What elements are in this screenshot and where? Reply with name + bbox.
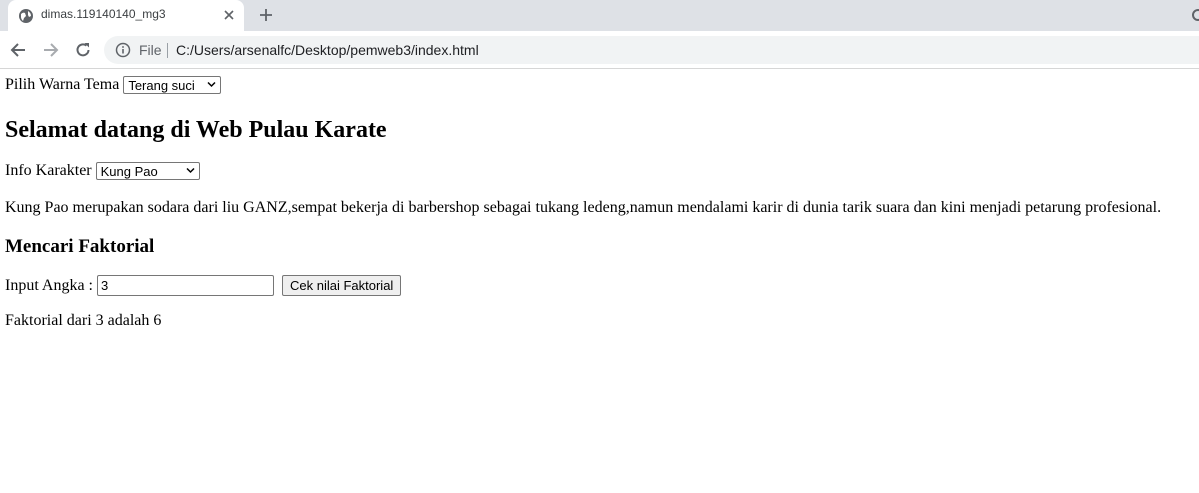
input-label: Input Angka :	[5, 276, 93, 294]
character-row: Info Karakter Kung Pao	[5, 162, 200, 181]
theme-label: Pilih Warna Tema	[5, 76, 120, 94]
page-title: Selamat datang di Web Pulau Karate	[5, 117, 387, 143]
theme-row: Pilih Warna Tema Terang suci	[5, 76, 222, 96]
check-factorial-button[interactable]: Cek nilai Faktorial	[282, 275, 402, 296]
tab-strip: dimas.119140140_mg3	[0, 0, 1199, 31]
factorial-row: Input Angka : 3 Cek nilai Faktorial	[5, 275, 402, 296]
browser-toolbar: File C:/Users/arsenalfc/Desktop/pemweb3/…	[0, 31, 1199, 69]
new-tab-icon[interactable]	[259, 8, 273, 22]
address-bar[interactable]: File C:/Users/arsenalfc/Desktop/pemweb3/…	[104, 36, 1199, 64]
factorial-heading: Mencari Faktorial	[5, 236, 155, 257]
theme-select[interactable]: Terang suci	[123, 76, 222, 95]
factorial-result: Faktorial dari 3 adalah 6	[5, 312, 162, 329]
character-description: Kung Pao merupakan sodara dari liu GANZ,…	[5, 199, 1162, 216]
address-divider	[167, 43, 168, 58]
character-select-value: Kung Pao	[100, 164, 158, 180]
chevron-down-icon	[186, 168, 195, 174]
browser-tab[interactable]: dimas.119140140_mg3	[8, 0, 244, 31]
reload-icon[interactable]	[74, 41, 92, 59]
tab-title: dimas.119140140_mg3	[41, 7, 166, 21]
profile-icon[interactable]	[1192, 9, 1199, 21]
character-label: Info Karakter	[5, 162, 92, 180]
forward-icon[interactable]	[42, 41, 60, 59]
character-select[interactable]: Kung Pao	[95, 162, 200, 181]
url-text[interactable]: C:/Users/arsenalfc/Desktop/pemweb3/index…	[176, 42, 479, 58]
security-label: File	[139, 42, 162, 58]
theme-select-value: Terang suci	[128, 78, 195, 94]
close-tab-icon[interactable]	[223, 9, 235, 21]
back-icon[interactable]	[9, 41, 27, 59]
chevron-down-icon	[207, 82, 216, 88]
globe-icon	[19, 9, 33, 23]
number-input[interactable]: 3	[97, 275, 274, 296]
info-icon[interactable]	[115, 42, 131, 58]
